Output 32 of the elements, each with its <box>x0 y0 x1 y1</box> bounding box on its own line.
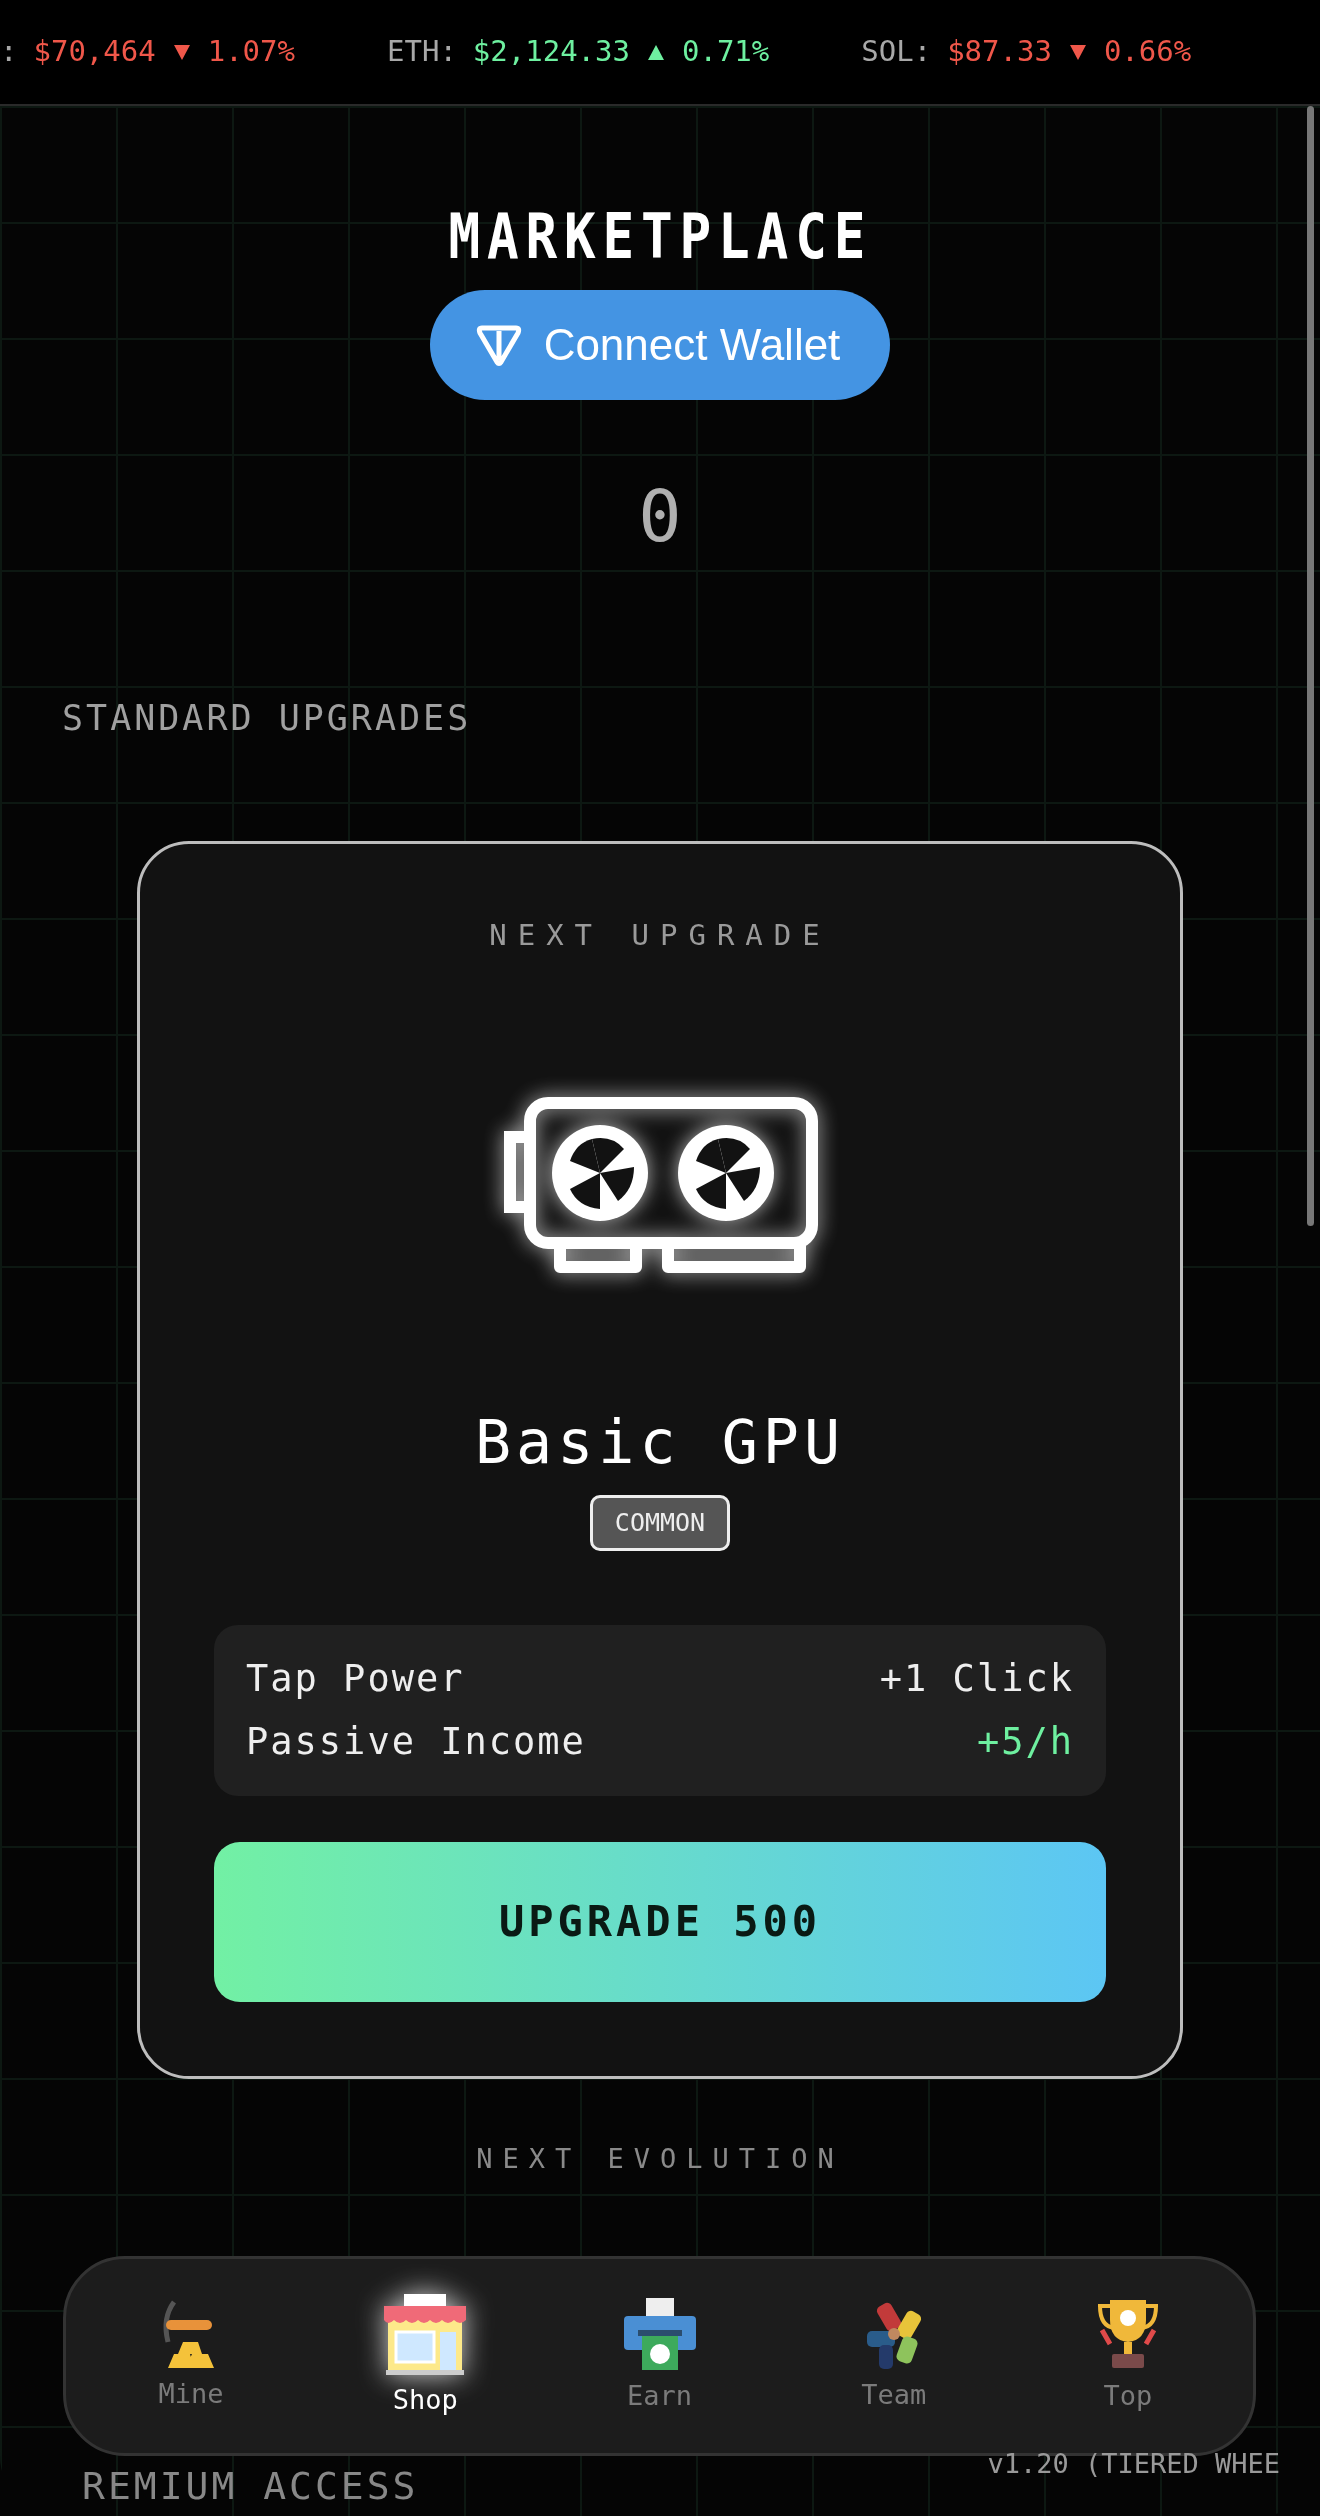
card-caption: NEXT UPGRADE <box>489 916 831 954</box>
nav-tab[interactable]: Earn <box>604 2295 715 2417</box>
stat-label: Passive Income <box>246 1719 586 1765</box>
rarity-tag: COMMON <box>589 1495 731 1551</box>
ticker-price: $70,464 <box>33 33 156 71</box>
balance-value: 0 <box>638 480 682 552</box>
section-title: REMIUM ACCESS <box>82 2466 419 2508</box>
ticker-label: : <box>0 33 18 71</box>
ticker-change: 1.07% <box>207 33 295 71</box>
ticker-change: 0.71% <box>682 33 770 71</box>
ticker-change: 0.66% <box>1103 33 1192 71</box>
section-title: STANDARD UPGRADES <box>62 697 472 740</box>
stat-value: +5/h <box>976 1719 1074 1765</box>
nav-tab[interactable]: Shop <box>370 2291 481 2421</box>
version-text: v1.20 (TIERED WHEE <box>987 2447 1280 2481</box>
ticker-price: $2,124.33 <box>472 33 630 71</box>
stat-label: Tap Power <box>246 1655 465 1702</box>
upgrade-button[interactable]: UPGRADE 500 <box>214 1841 1106 2002</box>
page-title: MARKETPLACE <box>448 199 872 268</box>
scrollbar[interactable] <box>1307 106 1314 1226</box>
nav-tab[interactable]: Team <box>838 2296 949 2416</box>
ticker-label: SOL: <box>861 33 932 71</box>
stat-value: +1 Click <box>879 1655 1074 1702</box>
nav-tab[interactable]: Top <box>1073 2295 1183 2417</box>
item-name: Basic GPU <box>474 1406 846 1479</box>
nav-tab[interactable]: Mine <box>136 2297 246 2415</box>
storefront-icon <box>382 2291 469 2376</box>
cash-printer-icon <box>621 2295 698 2372</box>
connect-wallet-button[interactable]: Connect Wallet <box>429 290 891 400</box>
section-caption: NEXT EVOLUTION <box>476 2141 844 2176</box>
ticker-label: ETH: <box>387 33 457 71</box>
ticker-price: $87.33 <box>947 33 1052 71</box>
